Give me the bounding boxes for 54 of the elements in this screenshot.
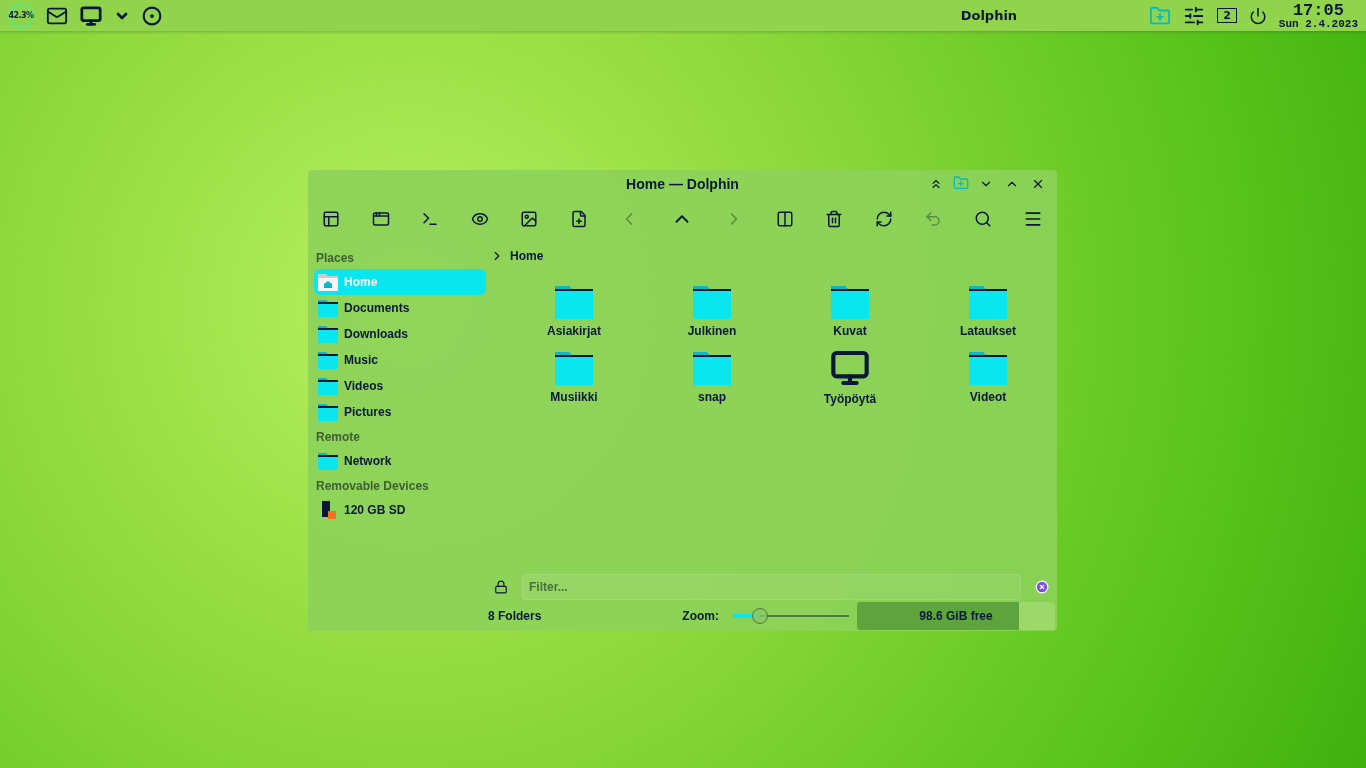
folder-icon: [318, 403, 338, 421]
lock-icon[interactable]: [494, 580, 508, 594]
item-label: Documents: [344, 301, 410, 315]
folder-icon: [318, 299, 338, 317]
terminal-icon: [421, 210, 439, 228]
folder-icon: [318, 377, 338, 395]
file-name[interactable]: Kuvat: [833, 324, 867, 338]
sidebar-item[interactable]: Network: [314, 448, 486, 474]
clear-icon[interactable]: [1035, 580, 1049, 594]
cpu-meter[interactable]: 42.3%: [8, 2, 34, 29]
sidebar-item[interactable]: Downloads: [314, 321, 486, 347]
breadcrumb[interactable]: Home: [510, 249, 544, 263]
sidebar-item[interactable]: Documents: [314, 295, 486, 321]
folder-icon: [318, 452, 338, 470]
section-heading: Removable Devices: [315, 478, 430, 495]
file-name[interactable]: Julkinen: [687, 324, 737, 338]
sliders-icon[interactable]: [1183, 4, 1206, 27]
item-label: Home: [344, 275, 378, 289]
item-label: Downloads: [344, 327, 408, 341]
sidebar-item[interactable]: Videos: [314, 373, 486, 399]
section-heading: Remote: [315, 429, 361, 446]
section-heading: Places: [315, 250, 356, 267]
home-folder-icon: [318, 273, 338, 291]
file-name[interactable]: Videot: [969, 390, 1007, 404]
file-name[interactable]: Asiakirjat: [547, 324, 601, 338]
file-name[interactable]: snap: [698, 390, 726, 404]
item-label: Videos: [344, 379, 384, 393]
sidebar-item[interactable]: Pictures: [314, 399, 486, 425]
window-title: Home — Dolphin: [626, 176, 739, 192]
close-icon: [1031, 177, 1045, 191]
item-label: Music: [344, 353, 378, 367]
folder-icon: [318, 351, 338, 369]
item-label: Pictures: [344, 405, 392, 419]
zoom-label: Zoom:: [682, 609, 719, 623]
desktop-pager[interactable]: 2: [1217, 8, 1237, 23]
monitor-icon[interactable]: [80, 4, 102, 27]
slider-thumb[interactable]: [751, 608, 768, 624]
power-icon[interactable]: [1248, 6, 1267, 25]
free-space-label: 98.6 GiB free: [919, 609, 993, 623]
file-name[interactable]: Työpöytä: [823, 392, 877, 406]
double-chevron-icon: [929, 177, 943, 191]
file-name[interactable]: Musiikki: [550, 390, 598, 404]
folder-icon: [318, 325, 338, 343]
sidebar-item[interactable]: 120 GB SD: [314, 497, 486, 523]
item-label: 120 GB SD: [344, 503, 406, 517]
clock-time: 17:05: [1292, 1, 1344, 19]
monitor-icon: [830, 348, 870, 388]
sidebar-item[interactable]: Music: [314, 347, 486, 373]
task-title[interactable]: Dolphin: [960, 8, 1018, 23]
item-label: Network: [344, 454, 392, 468]
file-name[interactable]: Lataukset: [960, 324, 1016, 338]
folder-count: 8 Folders: [488, 609, 542, 623]
clock-date: Sun 2.4.2023: [1278, 18, 1358, 30]
record-icon[interactable]: [142, 5, 162, 26]
